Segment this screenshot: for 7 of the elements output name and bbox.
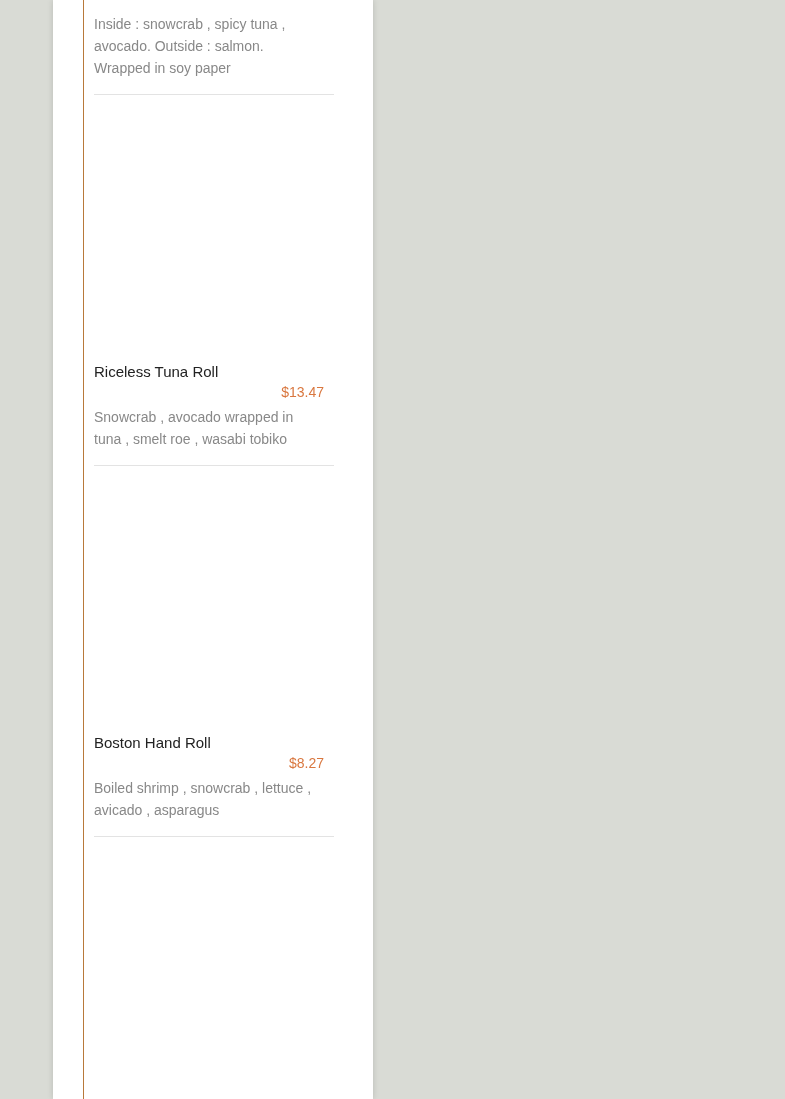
item-name: Riceless Tuna Roll bbox=[94, 362, 220, 382]
item-description: Snowcrab , avocado wrapped in tuna , smelt roe , wasabi tobiko bbox=[94, 408, 295, 449]
item-description: Boiled shrimp , snowcrab , lettuce , avicado , asparagus bbox=[94, 779, 313, 820]
item-description: Inside : snowcrab , spicy tuna , avocado. Outside : salmon. Wrapped in soy paper bbox=[94, 15, 287, 78]
item-name: Boston Hand Roll bbox=[94, 733, 212, 753]
item-price: $13.47 bbox=[281, 383, 324, 402]
item-price: $8.27 bbox=[288, 754, 324, 773]
